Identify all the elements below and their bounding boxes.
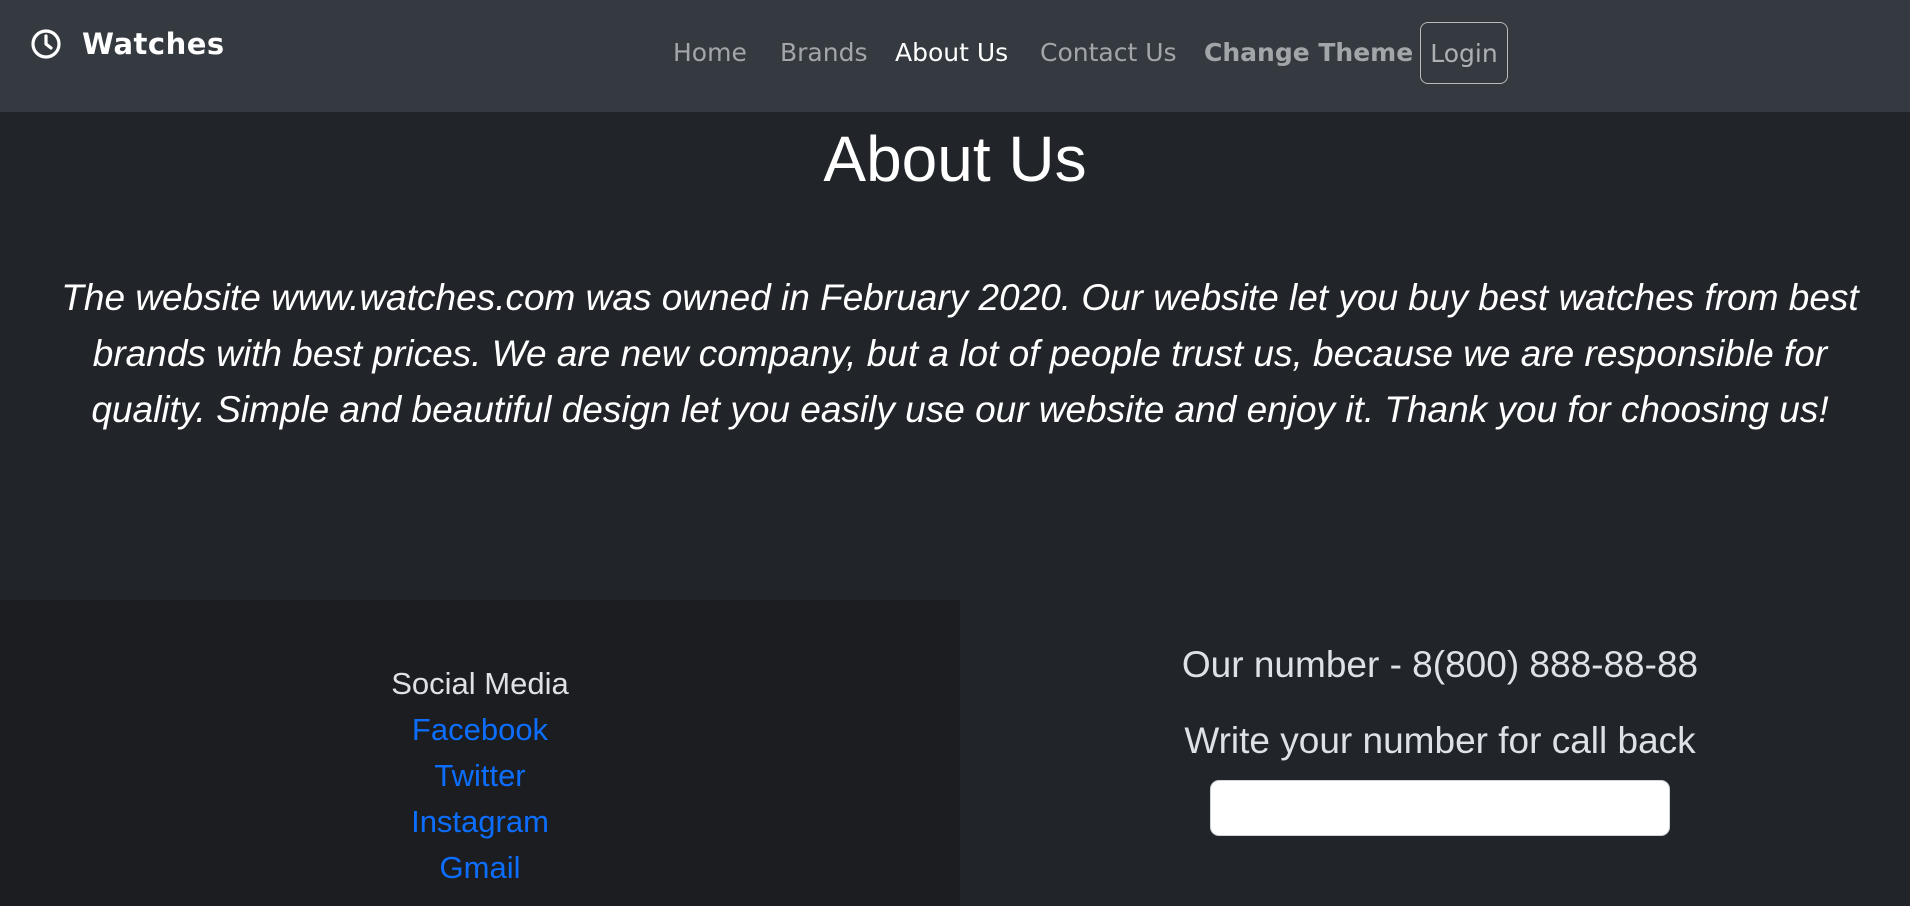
gmail-link[interactable]: Gmail: [440, 850, 521, 885]
social-media-section: Social Media Facebook Twitter Instagram …: [0, 600, 960, 906]
nav-home[interactable]: Home: [673, 38, 747, 67]
instagram-link-row: Instagram: [0, 804, 960, 840]
twitter-link[interactable]: Twitter: [434, 758, 525, 793]
about-text: The website www.watches.com was owned in…: [61, 277, 1859, 430]
nav-brands[interactable]: Brands: [780, 38, 868, 67]
nav-contact[interactable]: Contact Us: [1040, 38, 1177, 67]
contact-section: Our number - 8(800) 888-88-88 Write your…: [960, 600, 1910, 906]
twitter-link-row: Twitter: [0, 758, 960, 794]
nav-change-theme[interactable]: Change Theme: [1204, 38, 1413, 67]
facebook-link-row: Facebook: [0, 712, 960, 748]
facebook-link[interactable]: Facebook: [412, 712, 548, 747]
gmail-link-row: Gmail: [0, 850, 960, 886]
navbar: Watches Home Brands About Us Contact Us …: [0, 0, 1910, 112]
nav-links: Home Brands About Us Contact Us Change T…: [0, 22, 1910, 86]
nav-about[interactable]: About Us: [895, 38, 1008, 67]
page-title: About Us: [823, 123, 1087, 195]
social-media-title: Social Media: [391, 666, 569, 701]
callback-number-input[interactable]: [1210, 780, 1670, 836]
login-button[interactable]: Login: [1420, 22, 1508, 84]
phone-number: Our number - 8(800) 888-88-88: [1181, 644, 1699, 685]
instagram-link[interactable]: Instagram: [411, 804, 549, 839]
callback-label: Write your number for call back: [1184, 720, 1696, 761]
